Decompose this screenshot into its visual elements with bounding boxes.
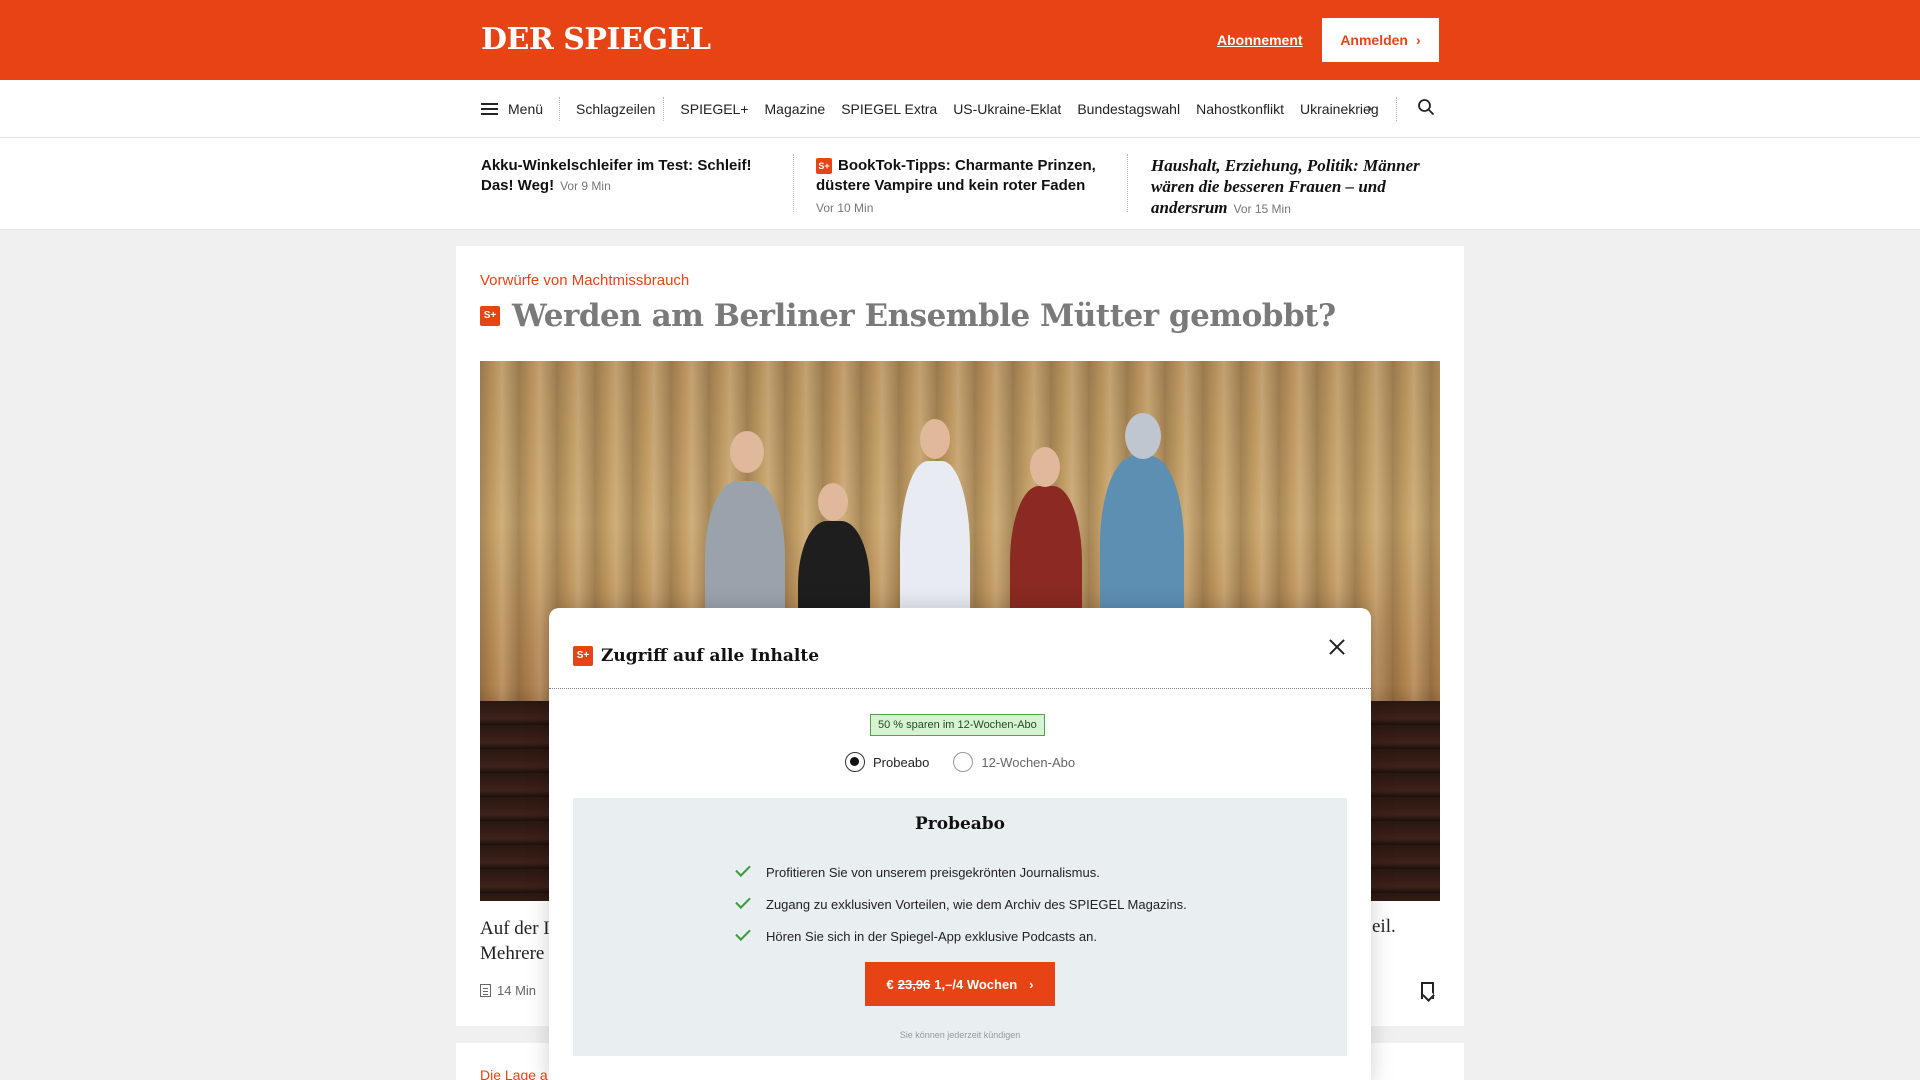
article-teaser-text: Auf der I Mehrere — [480, 916, 550, 966]
close-icon[interactable] — [1326, 636, 1348, 658]
article-kicker: Die Lage a — [480, 1067, 548, 1080]
teaser-item[interactable]: Akku-Winkelschleifer im Test: Schleif! D… — [481, 156, 781, 196]
chevron-right-icon: › — [1416, 32, 1421, 48]
feature-text: Zugang zu exklusiven Vorteilen, wie dem … — [766, 896, 1187, 912]
chevron-right-icon[interactable]: › — [1367, 100, 1372, 118]
person-head — [818, 483, 848, 521]
teaser-time: Vor 9 Min — [560, 179, 611, 193]
document-icon — [480, 984, 491, 997]
main-navigation: Menü Schlagzeilen SPIEGEL+ Magazine SPIE… — [0, 80, 1920, 138]
spiegel-plus-icon: S+ — [480, 306, 500, 326]
teaser-divider — [793, 154, 794, 212]
plan-details: Probeabo Profitieren Sie von unserem pre… — [573, 798, 1347, 1056]
nav-item-us-ukraine-eklat[interactable]: US-Ukraine-Eklat — [945, 101, 1069, 117]
cta-price: 1,–/4 Wochen — [934, 976, 1018, 992]
teaser-title: Akku-Winkelschleifer im Test: Schleif! D… — [481, 157, 752, 194]
read-time: 14 Min — [480, 983, 536, 998]
checkmark-icon — [735, 893, 751, 909]
person-head — [1030, 447, 1060, 487]
site-header: DER SPIEGEL Abonnement Anmelden › — [0, 0, 1920, 80]
teaser-item[interactable]: Haushalt, Erziehung, Politik: Männer wär… — [1151, 156, 1441, 219]
cta-old-price: 23,96 — [897, 976, 931, 992]
spiegel-plus-icon: S+ — [573, 646, 593, 666]
article-headline[interactable]: Werden am Berliner Ensemble Mütter gemob… — [512, 298, 1336, 334]
feature-text: Hören Sie sich in der Spiegel-App exklus… — [766, 928, 1097, 944]
subscription-modal: S+ Zugriff auf alle Inhalte 50 % sparen … — [549, 608, 1371, 1080]
nav-item-nahostkonflikt[interactable]: Nahostkonflikt — [1188, 101, 1292, 117]
login-button[interactable]: Anmelden › — [1322, 18, 1439, 62]
person-head — [920, 419, 950, 459]
cancel-note: Sie können jederzeit kündigen — [899, 1030, 1021, 1040]
teaser-line: Mehrere — [480, 943, 545, 964]
nav-divider — [1396, 97, 1397, 121]
savings-badge: 50 % sparen im 12-Wochen-Abo — [870, 714, 1045, 736]
login-button-label: Anmelden — [1340, 32, 1408, 48]
person-hood — [1125, 413, 1161, 459]
person-head — [730, 431, 764, 473]
spiegel-plus-icon: S+ — [816, 158, 832, 174]
feature-list: Profitieren Sie von unserem preisgekrönt… — [735, 856, 1187, 952]
nav-item-spiegel-extra[interactable]: SPIEGEL Extra — [833, 101, 945, 117]
teaser-time: Vor 10 Min — [816, 201, 874, 215]
checkmark-icon — [735, 925, 751, 941]
menu-button[interactable]: Menü — [481, 101, 559, 117]
nav-item-spiegel-plus[interactable]: SPIEGEL+ — [664, 101, 756, 117]
teaser-item[interactable]: S+ BookTok-Tipps: Charmante Prinzen, düst… — [816, 156, 1116, 218]
hamburger-icon — [481, 103, 498, 115]
teaser-divider — [1127, 154, 1128, 212]
nav-item-magazine[interactable]: Magazine — [757, 101, 834, 117]
bookmark-icon[interactable] — [1421, 982, 1434, 999]
nav-item-bundestagswahl[interactable]: Bundestagswahl — [1069, 101, 1188, 117]
modal-header: S+ Zugriff auf alle Inhalte — [573, 646, 819, 666]
checkmark-icon — [735, 861, 751, 877]
radio-selected-icon[interactable] — [845, 752, 865, 772]
radio-probeabo[interactable]: Probeabo — [845, 752, 929, 772]
feature-text: Profitieren Sie von unserem preisgekrönt… — [766, 864, 1100, 880]
radio-12-wochen-abo[interactable]: 12-Wochen-Abo — [953, 752, 1075, 772]
cta-currency: € — [886, 976, 894, 992]
spiegel-logo[interactable]: DER SPIEGEL — [481, 22, 711, 57]
radio-unselected-icon[interactable] — [953, 752, 974, 772]
radio-label: Probeabo — [873, 754, 930, 770]
modal-title: Zugriff auf alle Inhalte — [601, 646, 820, 666]
list-item: Hören Sie sich in der Spiegel-App exklus… — [735, 920, 1187, 952]
nav-item-schlagzeilen[interactable]: Schlagzeilen — [560, 101, 663, 117]
article-headline-row[interactable]: S+ Werden am Berliner Ensemble Mütter ge… — [480, 298, 1336, 334]
subscription-link[interactable]: Abonnement — [1217, 32, 1303, 48]
subscribe-button[interactable]: € 23,96 1,–/4 Wochen › — [865, 962, 1055, 1006]
list-item: Profitieren Sie von unserem preisgekrönt… — [735, 856, 1187, 888]
search-icon[interactable] — [1417, 98, 1435, 116]
teaser-time: Vor 15 Min — [1233, 202, 1291, 216]
read-time-label: 14 Min — [497, 983, 537, 998]
plan-options: Probeabo 12-Wochen-Abo — [845, 752, 1075, 772]
teaser-line: Auf der I — [480, 918, 550, 939]
modal-divider — [549, 688, 1371, 689]
radio-label: 12-Wochen-Abo — [981, 754, 1076, 770]
article-teaser-text-end: eil. — [1372, 916, 1396, 937]
chevron-right-icon: › — [1029, 976, 1034, 992]
menu-label: Menü — [508, 101, 544, 117]
plan-title: Probeabo — [914, 814, 1006, 834]
teaser-title: BookTok-Tipps: Charmante Prinzen, düster… — [816, 157, 1096, 194]
list-item: Zugang zu exklusiven Vorteilen, wie dem … — [735, 888, 1187, 920]
article-kicker: Vorwürfe von Machtmissbrauch — [480, 272, 690, 289]
latest-news-bar: Akku-Winkelschleifer im Test: Schleif! D… — [0, 138, 1920, 230]
nav-item-ukrainekrieg[interactable]: Ukrainekrieg — [1292, 101, 1387, 117]
